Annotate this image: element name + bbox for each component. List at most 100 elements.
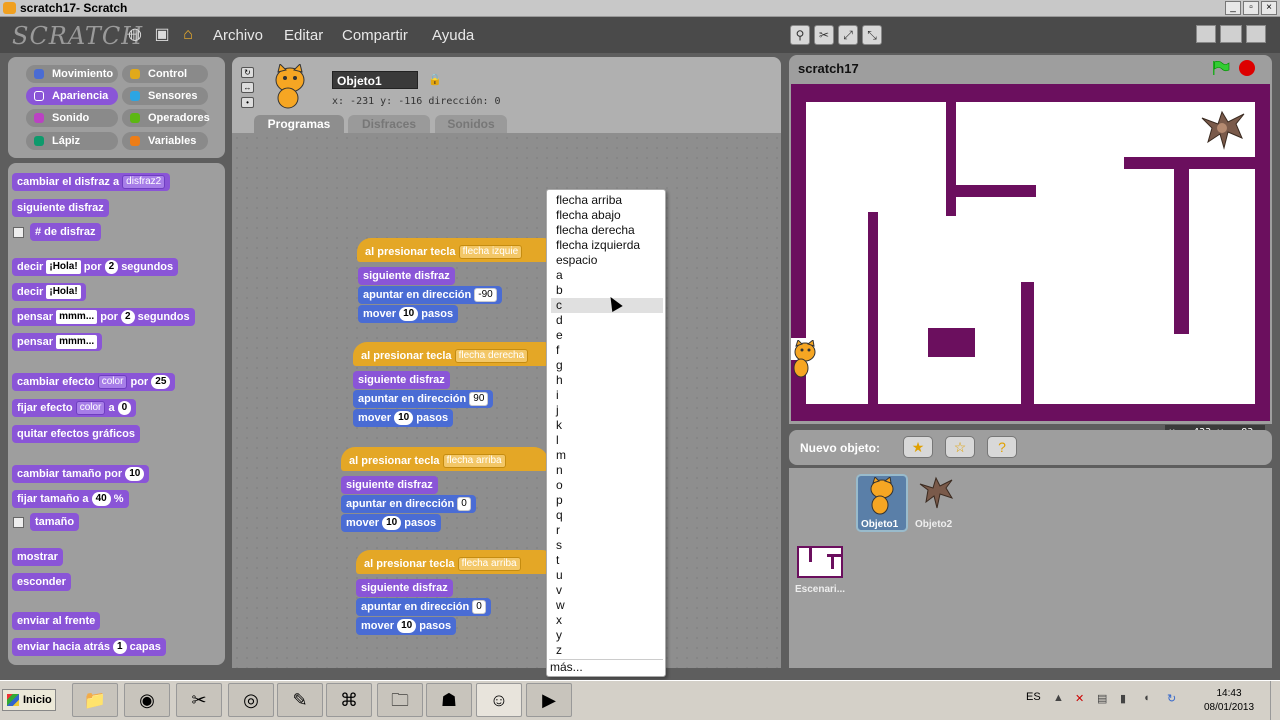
script-3-siguiente[interactable]: siguiente disfraz	[341, 476, 438, 494]
dropdown-item[interactable]: s	[547, 538, 665, 553]
key-dropdown[interactable]: flecha izquie	[458, 245, 523, 259]
category-variables[interactable]: Variables	[122, 132, 208, 150]
duplicate-tool-icon[interactable]: ⚲	[790, 25, 810, 45]
effect-value-input[interactable]: 0	[117, 401, 132, 415]
block-pensar[interactable]: pensar mmm...	[12, 333, 103, 351]
category-sensores[interactable]: Sensores	[122, 87, 208, 105]
volume-icon[interactable]: ◖	[1143, 692, 1155, 704]
block-num-disfraz[interactable]: # de disfraz	[30, 223, 101, 241]
category-sonido[interactable]: Sonido	[26, 109, 118, 127]
paint-sprite-icon[interactable]: ★	[903, 436, 933, 458]
cat-sprite-on-stage-icon[interactable]	[789, 340, 819, 382]
acrobat-taskbar-icon[interactable]: ⌘	[326, 683, 372, 717]
category-apariencia[interactable]: Apariencia	[26, 87, 118, 105]
dropdown-item[interactable]: e	[547, 328, 665, 343]
key-dropdown[interactable]: flecha derecha	[454, 349, 529, 363]
steps-input[interactable]: 10	[394, 411, 414, 425]
dropdown-item[interactable]: t	[547, 553, 665, 568]
script-1-apuntar[interactable]: apuntar en dirección -90	[358, 286, 502, 304]
script-2-siguiente[interactable]: siguiente disfraz	[353, 371, 450, 389]
flip-lr-icon[interactable]: ↔	[241, 82, 254, 93]
block-quitar-efectos[interactable]: quitar efectos gráficos	[12, 425, 140, 443]
close-button[interactable]: ×	[1261, 1, 1277, 15]
effect-dropdown[interactable]: color	[97, 375, 128, 389]
dropdown-item[interactable]: flecha arriba	[547, 193, 665, 208]
dropdown-item[interactable]: k	[547, 418, 665, 433]
think-text-input[interactable]: mmm...	[56, 310, 98, 324]
category-lapiz[interactable]: Lápiz	[26, 132, 118, 150]
menu-editar[interactable]: Editar	[284, 27, 323, 44]
think-secs-input[interactable]: 2	[121, 310, 135, 324]
key-dropdown[interactable]: flecha arriba	[457, 557, 521, 571]
menu-ayuda[interactable]: Ayuda	[432, 27, 474, 44]
direction-dropdown[interactable]: 0	[472, 600, 486, 614]
grow-tool-icon[interactable]: ⤢	[838, 25, 858, 45]
sync-icon[interactable]: ↻	[1167, 692, 1179, 705]
minimize-button[interactable]: _	[1225, 1, 1241, 15]
category-movimiento[interactable]: Movimiento	[26, 65, 118, 83]
size-set-input[interactable]: 40	[91, 492, 111, 506]
script-3-mover[interactable]: mover 10 pasos	[341, 514, 442, 532]
folder-taskbar-icon[interactable]: 🗀	[377, 683, 423, 717]
dropdown-item[interactable]: q	[547, 508, 665, 523]
costume-dropdown[interactable]: disfraz2	[122, 175, 166, 189]
random-sprite-icon[interactable]: ?	[987, 436, 1017, 458]
dropdown-item[interactable]: v	[547, 583, 665, 598]
direction-dropdown[interactable]: -90	[474, 288, 497, 302]
dropdown-item[interactable]: b	[547, 283, 665, 298]
dropdown-item[interactable]: r	[547, 523, 665, 538]
effect-amount-input[interactable]: 25	[151, 375, 171, 389]
script-2-mover[interactable]: mover 10 pasos	[353, 409, 454, 427]
scratch-taskbar-icon[interactable]: ☺	[476, 683, 522, 717]
dropdown-more-item[interactable]: más...	[547, 660, 665, 675]
show-hidden-icons-icon[interactable]: ▲	[1053, 692, 1065, 704]
explorer-taskbar-icon[interactable]: 📁	[72, 683, 118, 717]
shrink-tool-icon[interactable]: ⤡	[862, 25, 882, 45]
dropdown-item[interactable]: m	[547, 448, 665, 463]
think-text-input[interactable]: mmm...	[56, 335, 98, 349]
script-4-apuntar[interactable]: apuntar en dirección 0	[356, 598, 491, 616]
block-esconder[interactable]: esconder	[12, 573, 71, 591]
category-control[interactable]: Control	[122, 65, 208, 83]
onenote-taskbar-icon[interactable]: ✎	[277, 683, 323, 717]
dropdown-item[interactable]: h	[547, 373, 665, 388]
steps-input[interactable]: 10	[382, 516, 402, 530]
start-button[interactable]: Inicio	[2, 689, 56, 711]
stop-icon[interactable]	[1239, 60, 1255, 76]
chrome-taskbar-icon[interactable]: ◎	[228, 683, 274, 717]
tab-sonidos[interactable]: Sonidos	[435, 115, 507, 133]
size-change-input[interactable]: 10	[125, 467, 145, 481]
device-icon[interactable]: ▤	[1097, 692, 1109, 705]
block-decir[interactable]: decir ¡Hola!	[12, 283, 86, 301]
delete-tool-icon[interactable]: ✂	[814, 25, 834, 45]
android-taskbar-icon[interactable]: ☗	[426, 683, 472, 717]
block-fijar-tamano[interactable]: fijar tamaño a 40 %	[12, 490, 129, 508]
block-decir-por[interactable]: decir ¡Hola! por 2 segundos	[12, 258, 179, 276]
save-icon[interactable]: ▣	[153, 26, 171, 44]
direction-dropdown[interactable]: 0	[457, 497, 471, 511]
normal-stage-icon[interactable]	[1220, 25, 1242, 43]
dropdown-item[interactable]: espacio	[547, 253, 665, 268]
script-4-hat[interactable]: al presionar tecla flecha arriba	[356, 550, 556, 574]
layers-input[interactable]: 1	[113, 640, 127, 654]
maximize-button[interactable]: ▫	[1243, 1, 1259, 15]
steps-input[interactable]: 10	[399, 307, 419, 321]
globe-icon[interactable]: ◍	[126, 26, 144, 44]
dropdown-item[interactable]: z	[547, 643, 665, 658]
lock-icon[interactable]: 🔒	[428, 73, 442, 86]
size-checkbox[interactable]	[13, 517, 24, 528]
scripts-area[interactable]	[232, 133, 781, 668]
dropdown-item[interactable]: d	[547, 313, 665, 328]
dropdown-item[interactable]: u	[547, 568, 665, 583]
tab-disfraces[interactable]: Disfraces	[348, 115, 430, 133]
taskbar-clock[interactable]: 14:43 08/01/2013	[1194, 687, 1264, 715]
tab-programas[interactable]: Programas	[254, 115, 344, 133]
dropdown-item[interactable]: flecha abajo	[547, 208, 665, 223]
menu-archivo[interactable]: Archivo	[213, 27, 263, 44]
dropdown-item[interactable]: o	[547, 478, 665, 493]
script-3-hat[interactable]: al presionar tecla flecha arriba	[341, 447, 548, 471]
script-2-apuntar[interactable]: apuntar en dirección 90	[353, 390, 494, 408]
say-text-input[interactable]: ¡Hola!	[46, 260, 81, 274]
no-rotate-icon[interactable]: •	[241, 97, 254, 108]
script-4-mover[interactable]: mover 10 pasos	[356, 617, 457, 635]
